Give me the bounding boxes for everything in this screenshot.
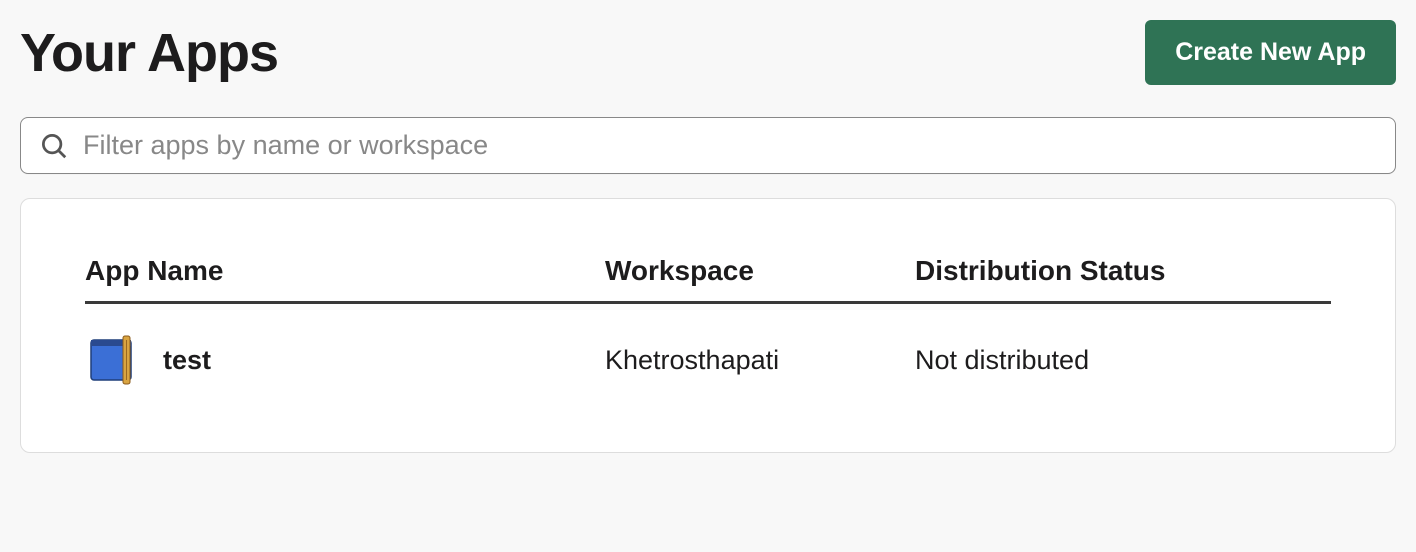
app-name-text: test (163, 345, 211, 376)
column-header-app-name: App Name (85, 255, 605, 287)
page-title: Your Apps (20, 22, 278, 84)
column-header-distribution-status: Distribution Status (915, 255, 1331, 287)
app-name-cell: test (85, 332, 605, 388)
column-header-workspace: Workspace (605, 255, 915, 287)
apps-table-card: App Name Workspace Distribution Status t… (20, 198, 1396, 453)
distribution-status-cell: Not distributed (915, 345, 1331, 376)
search-wrapper[interactable] (20, 117, 1396, 174)
header-row: Your Apps Create New App (20, 20, 1396, 85)
table-header: App Name Workspace Distribution Status (85, 255, 1331, 304)
workspace-cell: Khetrosthapati (605, 345, 915, 376)
table-row[interactable]: test Khetrosthapati Not distributed (85, 332, 1331, 388)
create-new-app-button[interactable]: Create New App (1145, 20, 1396, 85)
search-icon (39, 131, 69, 161)
app-default-icon (85, 332, 141, 388)
filter-apps-input[interactable] (83, 130, 1377, 161)
